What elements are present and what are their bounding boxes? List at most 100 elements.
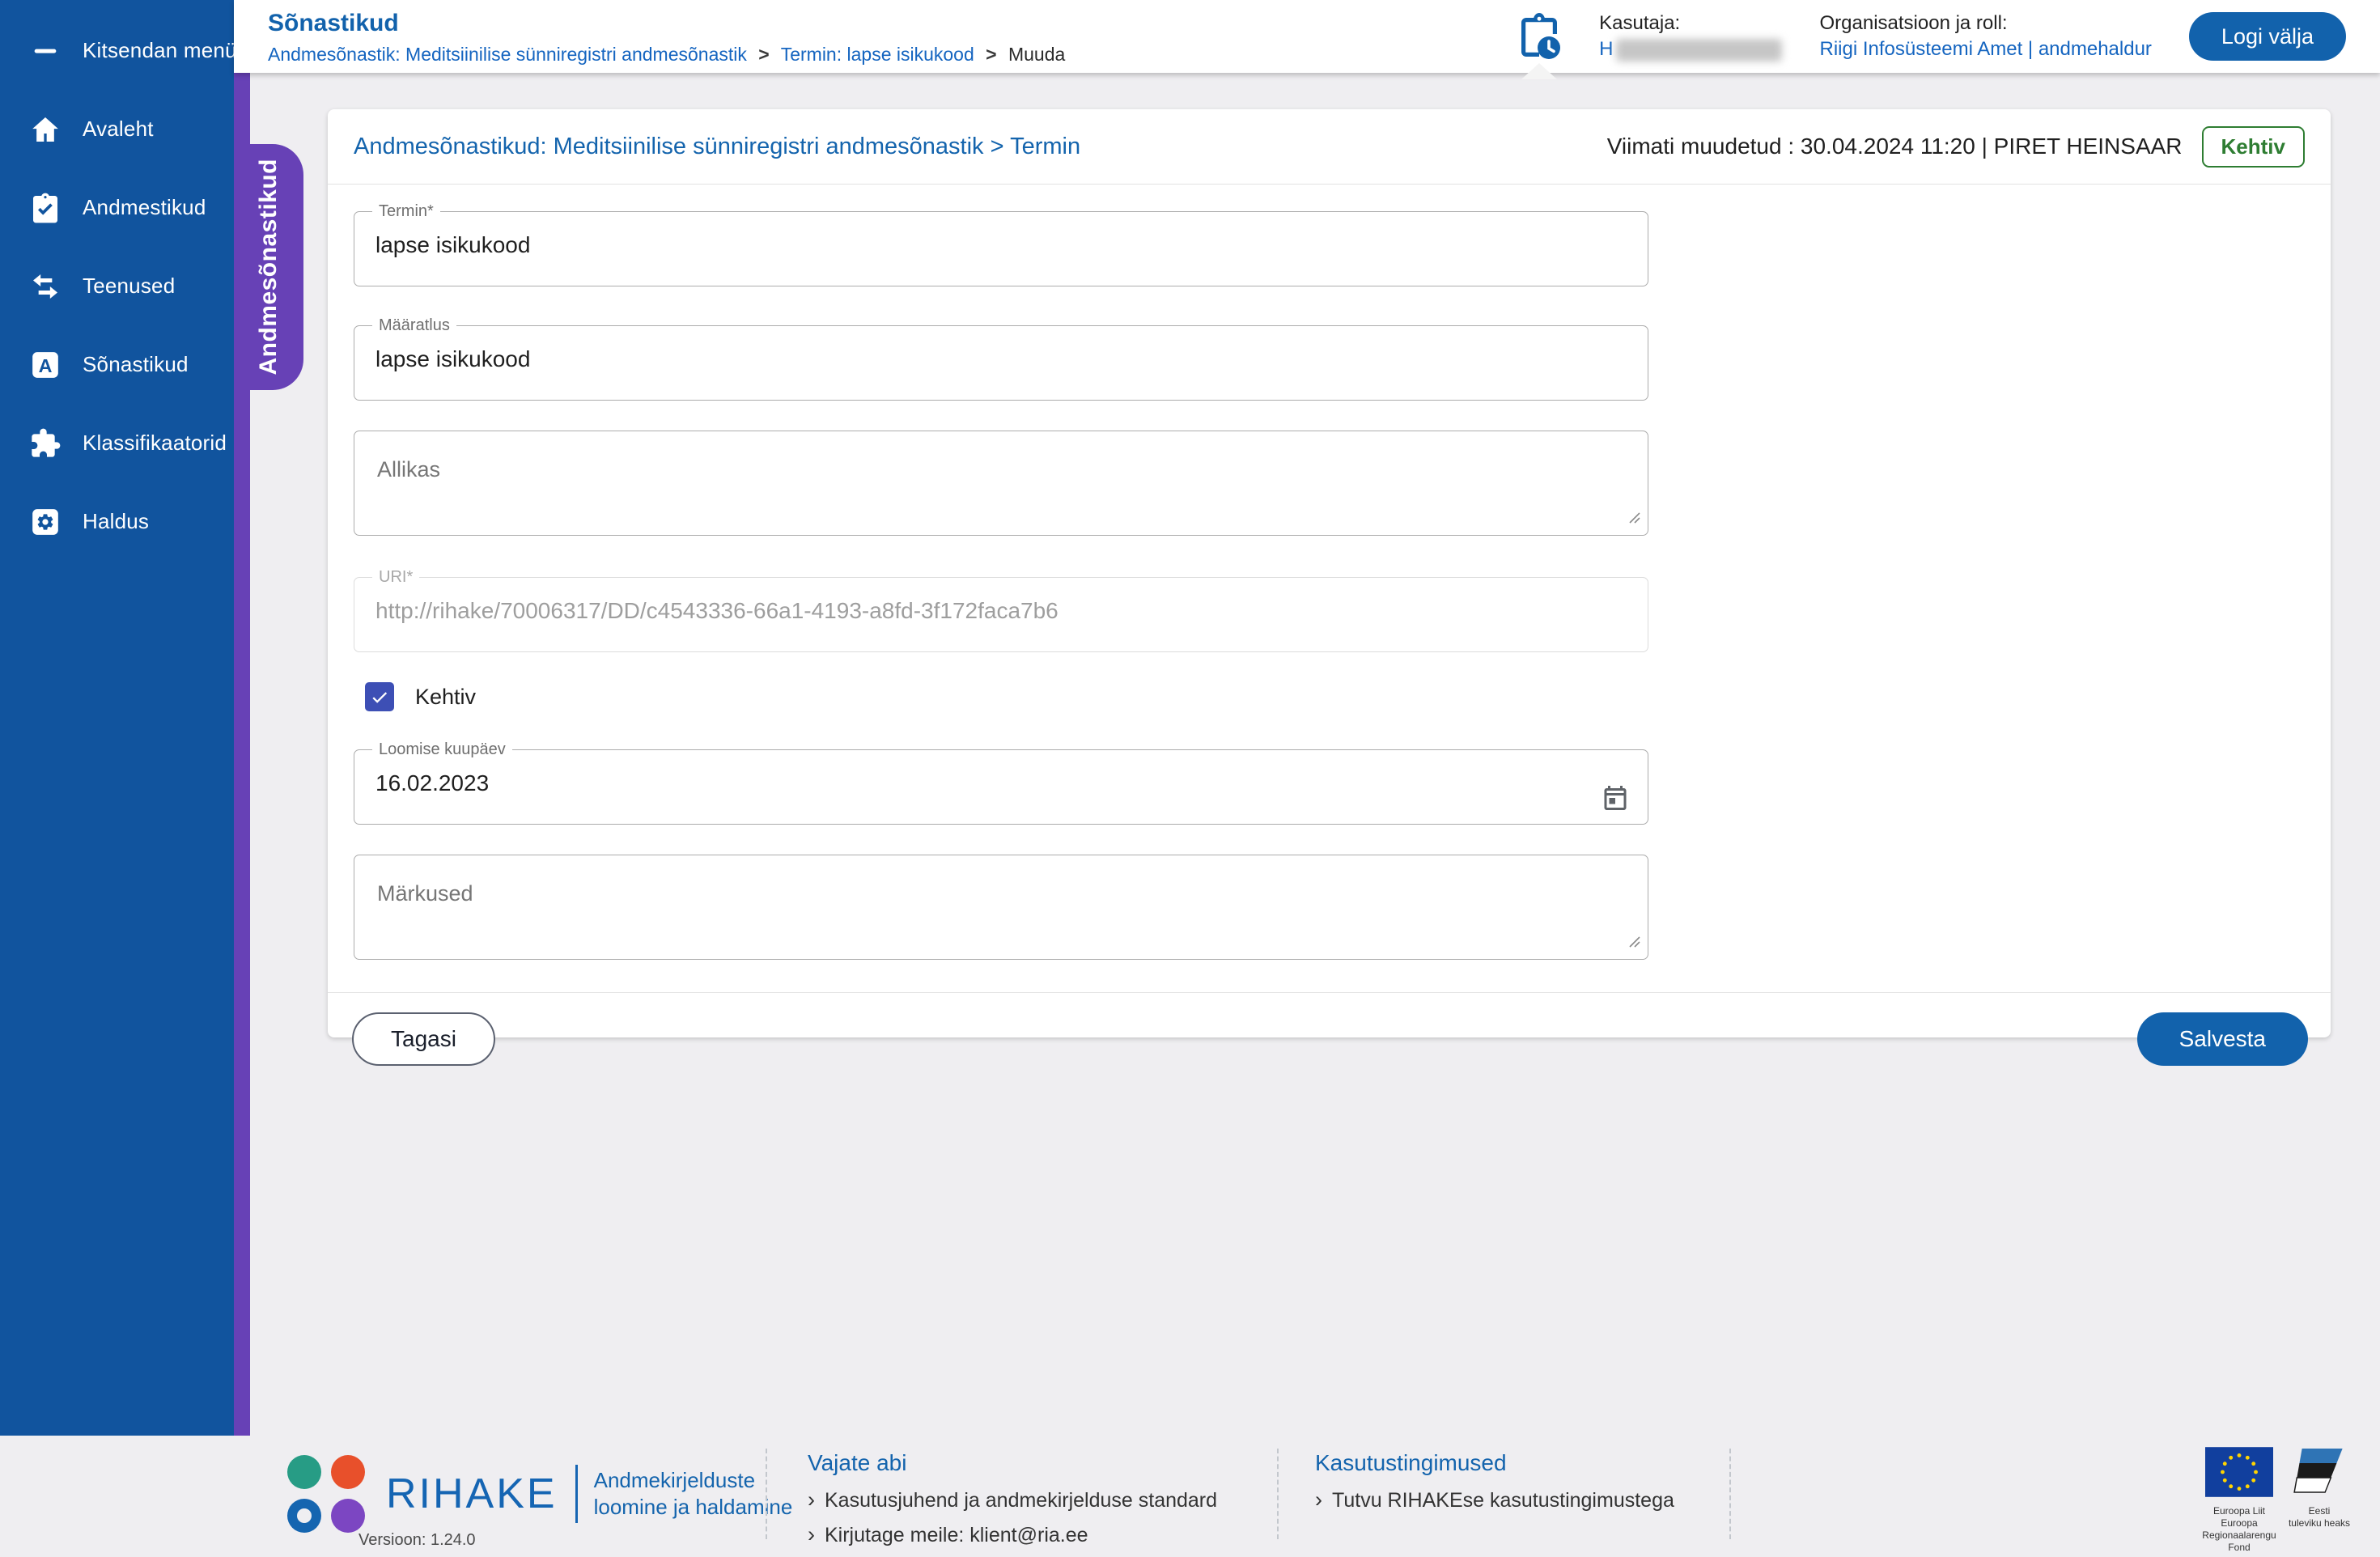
termin-field: Termin* <box>354 202 1648 286</box>
uri-label: URI* <box>379 568 414 586</box>
sidebar-item-haldus[interactable]: Haldus <box>0 482 234 561</box>
estonia-logo-caption: Eesti tuleviku heaks <box>2288 1505 2351 1529</box>
puzzle-icon <box>28 426 63 461</box>
term-edit-card: Andmesõnastikud: Meditsiinilise sünnireg… <box>328 109 2331 1066</box>
estonia-flag-icon <box>2293 1449 2343 1493</box>
resize-handle-icon[interactable] <box>1627 510 1641 528</box>
status-badge: Kehtiv <box>2201 125 2305 168</box>
allikas-textarea[interactable] <box>354 431 1648 535</box>
allikas-field <box>354 431 1648 536</box>
breadcrumb-link-term[interactable]: Termin: lapse isikukood <box>781 44 974 65</box>
back-button[interactable]: Tagasi <box>352 1012 495 1066</box>
swap-arrows-icon <box>28 269 63 304</box>
sidebar-item-label: Sõnastikud <box>83 352 189 376</box>
letter-a-icon: A <box>28 347 63 383</box>
loomise-kuupaev-label: Loomise kuupäev <box>379 740 506 758</box>
clipboard-check-icon <box>28 190 63 226</box>
clipboard-clock-icon[interactable] <box>1517 11 1562 79</box>
eu-logo-caption: Euroopa Liit Euroopa Regionaalarengu Fon… <box>2202 1505 2276 1553</box>
terms-link[interactable]: › Tutvu RIHAKEse kasutustingimustega <box>1315 1487 1674 1512</box>
version-text: Versioon: 1.24.0 <box>358 1531 476 1549</box>
footer-divider <box>1729 1449 1731 1539</box>
sidebar: Kitsendan menüü Avaleht Andmestikud Teen… <box>0 0 248 1436</box>
sidebar-item-klassifikaatorid[interactable]: Klassifikaatorid <box>0 404 234 482</box>
breadcrumb-link-dictionary[interactable]: Andmesõnastik: Meditsiinilise sünniregis… <box>268 44 747 65</box>
loomise-kuupaev-field: Loomise kuupäev <box>354 740 1648 825</box>
chevron-icon: › <box>808 1487 815 1512</box>
termin-label: Termin* <box>379 202 434 220</box>
sidebar-item-avaleht[interactable]: Avaleht <box>0 90 234 168</box>
vertical-tab-label: Andmesõnastikud <box>255 159 282 375</box>
logo-divider <box>575 1465 578 1523</box>
sidebar-item-collapse-menu[interactable]: Kitsendan menüü <box>0 11 248 90</box>
card-header: Andmesõnastikud: Meditsiinilise sünnireg… <box>328 109 2331 185</box>
home-icon <box>28 112 63 147</box>
sidebar-item-teenused[interactable]: Teenused <box>0 247 234 325</box>
logout-button[interactable]: Logi välja <box>2188 12 2346 61</box>
org-role-link[interactable]: Riigi Infosüsteemi Amet | andmehaldur <box>1819 36 2151 62</box>
card-actions: Tagasi Salvesta <box>328 992 2331 1085</box>
sidebar-item-label: Klassifikaatorid <box>83 431 227 455</box>
calendar-icon[interactable] <box>1601 783 1630 817</box>
kehtiv-checkbox-row[interactable]: Kehtiv <box>365 682 2305 711</box>
sidebar-item-label: Avaleht <box>83 117 154 141</box>
sidebar-item-sonastikud[interactable]: A Sõnastikud <box>0 325 234 404</box>
breadcrumb-separator: > <box>758 43 770 65</box>
help-link-manual[interactable]: › Kasutusjuhend ja andmekirjelduse stand… <box>808 1487 1217 1512</box>
top-header: Sõnastikud Andmesõnastik: Meditsiinilise… <box>234 0 2380 79</box>
tooltip-arrow <box>1521 63 1558 79</box>
loomise-kuupaev-input[interactable] <box>367 759 1597 817</box>
footer-help-section: Vajate abi › Kasutusjuhend ja andmekirje… <box>808 1450 1217 1557</box>
checkbox-checked-icon[interactable] <box>365 682 394 711</box>
org-label: Organisatsioon ja roll: <box>1819 12 2008 34</box>
save-button[interactable]: Salvesta <box>2136 1012 2308 1066</box>
footer: RIHAKE Andmekirjelduste loomine ja halda… <box>0 1436 2380 1554</box>
last-modified-text: Viimati muudetud : 30.04.2024 11:20 | PI… <box>1606 134 2183 159</box>
sidebar-item-andmestikud[interactable]: Andmestikud <box>0 168 234 247</box>
footer-terms-section: Kasutustingimused › Tutvu RIHAKEse kasut… <box>1315 1450 1674 1522</box>
termin-input[interactable] <box>367 221 1597 279</box>
resize-handle-icon[interactable] <box>1627 934 1641 952</box>
vertical-tab-andmesonastikud[interactable]: Andmesõnastikud <box>234 144 303 390</box>
logo-tagline: Andmekirjelduste loomine ja haldamine <box>593 1468 793 1519</box>
collapse-menu-icon <box>28 33 63 69</box>
markused-field <box>354 855 1648 960</box>
breadcrumb: Andmesõnastik: Meditsiinilise sünniregis… <box>268 44 1065 66</box>
chevron-icon: › <box>808 1522 815 1546</box>
gear-icon <box>28 504 63 540</box>
chevron-icon: › <box>1315 1487 1322 1512</box>
footer-divider <box>766 1449 767 1539</box>
sidebar-item-label: Andmestikud <box>83 195 206 219</box>
uri-field: URI* <box>354 568 1648 652</box>
card-title[interactable]: Andmesõnastikud: Meditsiinilise sünnireg… <box>354 134 1080 160</box>
rihake-logo-dots-icon <box>287 1455 365 1533</box>
kehtiv-checkbox-label: Kehtiv <box>415 684 477 709</box>
org-info: Organisatsioon ja roll: Riigi Infosüstee… <box>1819 11 2151 62</box>
maaratlus-input[interactable] <box>367 335 1597 393</box>
rihake-logo: RIHAKE Andmekirjelduste loomine ja halda… <box>287 1455 792 1533</box>
footer-divider <box>1277 1449 1279 1539</box>
breadcrumb-separator: > <box>986 43 997 65</box>
user-info: Kasutaja: H <box>1599 11 1783 62</box>
markused-textarea[interactable] <box>354 855 1648 959</box>
redacted-user-name <box>1616 38 1783 62</box>
help-link-email[interactable]: › Kirjutage meile: klient@ria.ee <box>808 1522 1217 1547</box>
breadcrumb-current: Muuda <box>1008 43 1066 65</box>
maaratlus-label: Määratlus <box>379 316 450 334</box>
rihake-logo-text: RIHAKE <box>386 1470 558 1517</box>
sidebar-item-label: Teenused <box>83 274 176 298</box>
page-title: Sõnastikud <box>268 9 399 36</box>
uri-input <box>367 587 1597 645</box>
eu-flag-logo: Euroopa Liit Euroopa Regionaalarengu Fon… <box>2195 1447 2284 1554</box>
sidebar-item-label: Kitsendan menüü <box>83 38 249 62</box>
help-section-title: Vajate abi <box>808 1450 907 1475</box>
sidebar-item-label: Haldus <box>83 509 150 533</box>
terms-section-title: Kasutustingimused <box>1315 1450 1507 1475</box>
user-name[interactable]: H <box>1599 38 1613 60</box>
svg-text:A: A <box>39 355 53 376</box>
term-form: Termin* Määratlus URI* Kehtiv Loomise ku… <box>328 185 2331 992</box>
maaratlus-field: Määratlus <box>354 316 1648 401</box>
estonia-logo: Eesti tuleviku heaks <box>2279 1447 2360 1529</box>
eu-flag-icon <box>2205 1447 2273 1497</box>
user-label: Kasutaja: <box>1599 12 1681 34</box>
